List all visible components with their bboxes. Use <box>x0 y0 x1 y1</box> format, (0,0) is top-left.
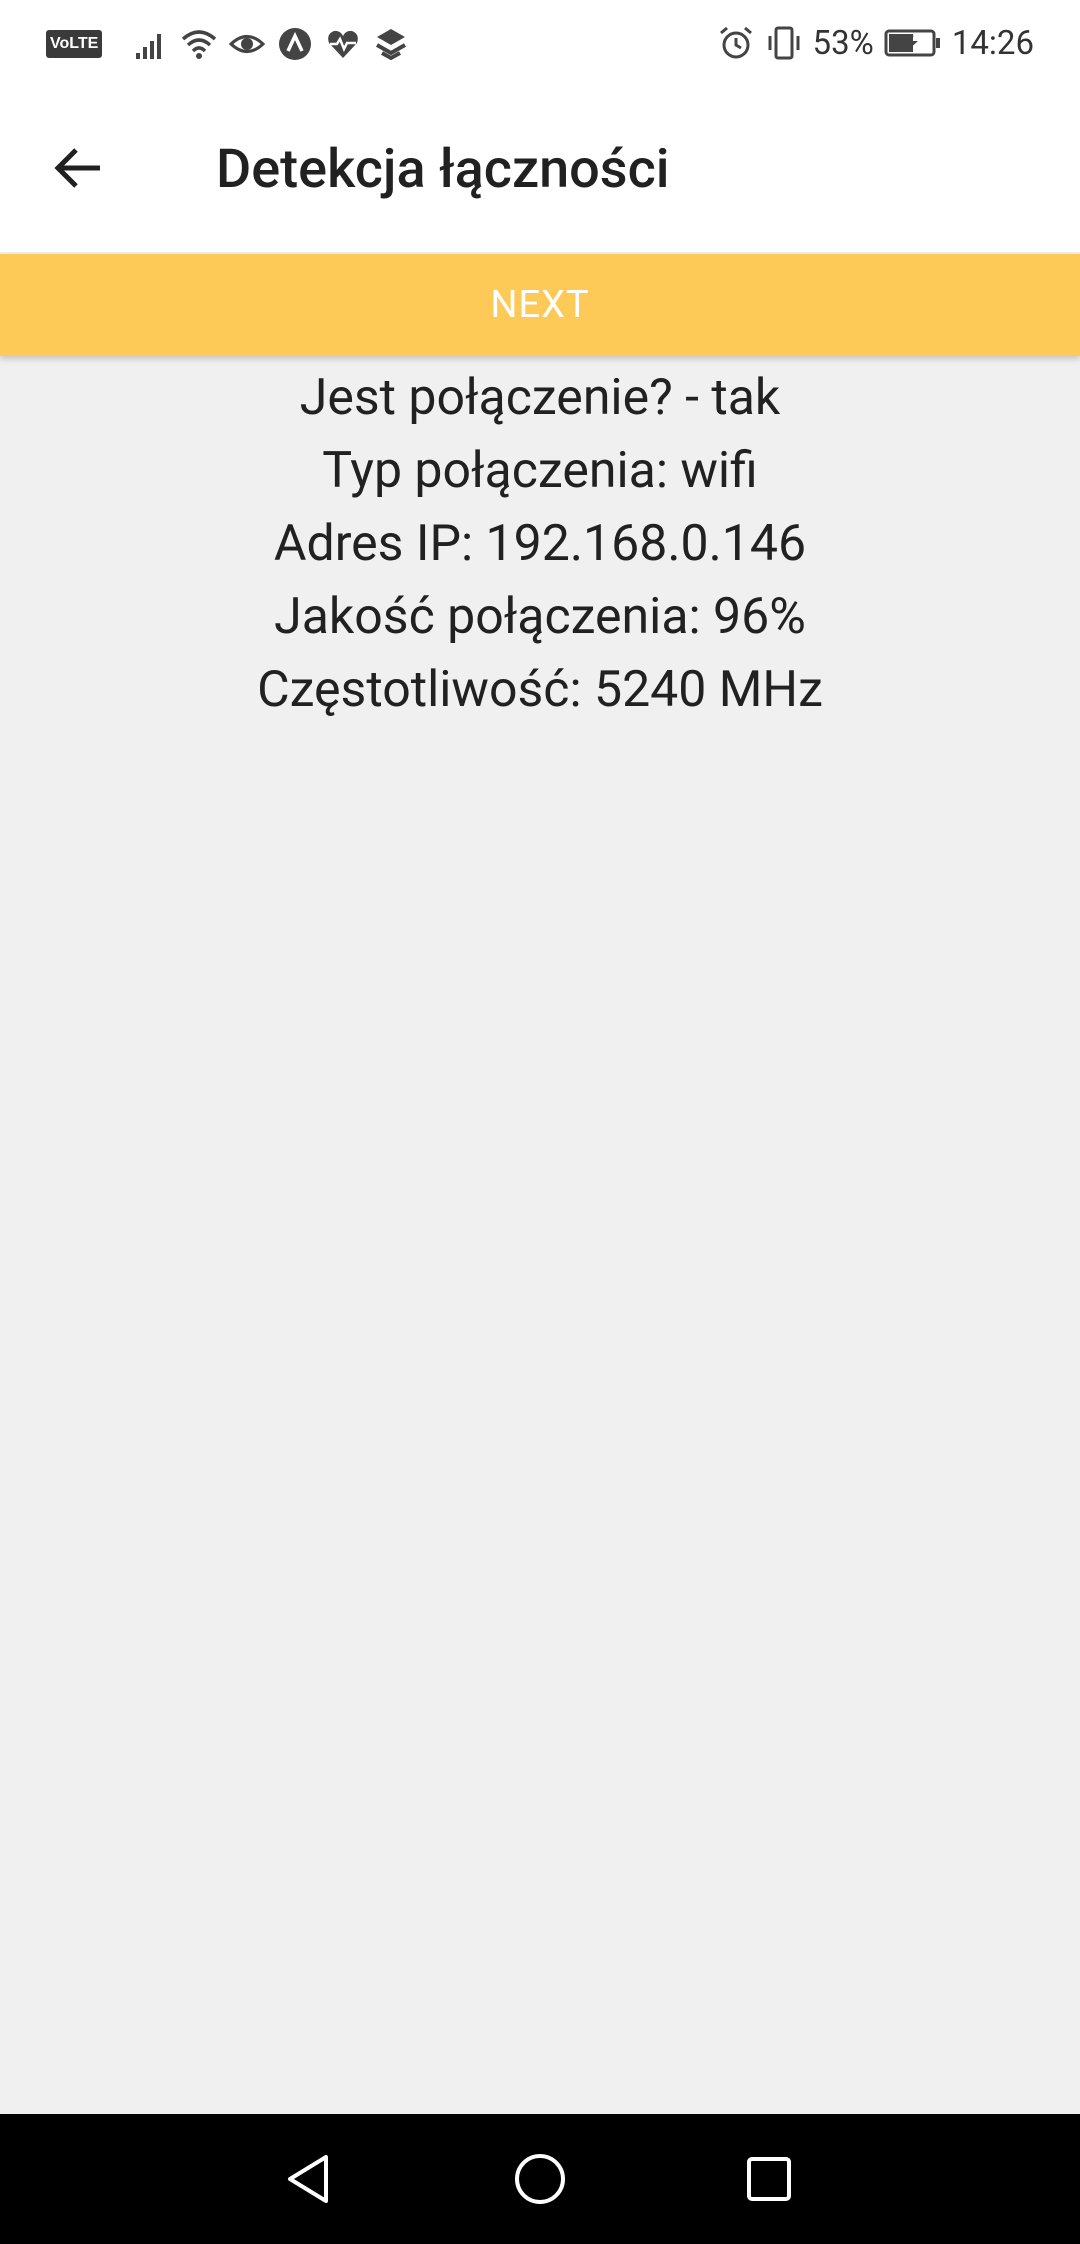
alarm-icon <box>719 26 752 59</box>
nav-back-button[interactable] <box>270 2139 350 2219</box>
signal-icon <box>136 34 162 59</box>
connection-info: Jest połączenie? - tak Typ połączenia: w… <box>0 362 1080 727</box>
home-circle-icon <box>515 2154 565 2204</box>
connection-quality-text: Jakość połączenia: 96% <box>274 588 806 646</box>
recents-square-icon <box>747 2157 791 2201</box>
layers-icon <box>376 29 407 61</box>
eye-icon <box>229 35 266 53</box>
page-title: Detekcja łączności <box>216 138 670 201</box>
battery-icon <box>884 29 940 57</box>
status-bar: VoLTE 53% 14:26 <box>0 0 1080 86</box>
back-button[interactable] <box>38 128 118 208</box>
status-icons-right: 53% 14:26 <box>717 18 1034 68</box>
health-icon <box>328 30 359 58</box>
status-icons-left: VoLTE <box>46 22 410 66</box>
app-icon <box>279 28 312 60</box>
app-bar: Detekcja łączności <box>0 86 1080 252</box>
connection-status-text: Jest połączenie? - tak <box>299 369 781 427</box>
clock: 14:26 <box>951 23 1034 63</box>
frequency-text: Częstotliwość: 5240 MHz <box>257 661 823 719</box>
back-triangle-icon <box>288 2155 328 2203</box>
nav-home-button[interactable] <box>500 2139 580 2219</box>
wifi-icon <box>182 30 217 59</box>
nav-recents-button[interactable] <box>729 2139 809 2219</box>
system-nav-bar <box>0 2114 1080 2244</box>
ip-address-text: Adres IP: 192.168.0.146 <box>273 515 807 573</box>
connection-type-text: Typ połączenia: wifi <box>322 442 758 500</box>
vibrate-icon <box>768 26 800 60</box>
volte-icon: VoLTE <box>46 30 103 58</box>
arrow-left-icon <box>54 148 100 188</box>
battery-percent: 53% <box>812 23 874 63</box>
next-button[interactable]: NEXT <box>0 254 1080 356</box>
